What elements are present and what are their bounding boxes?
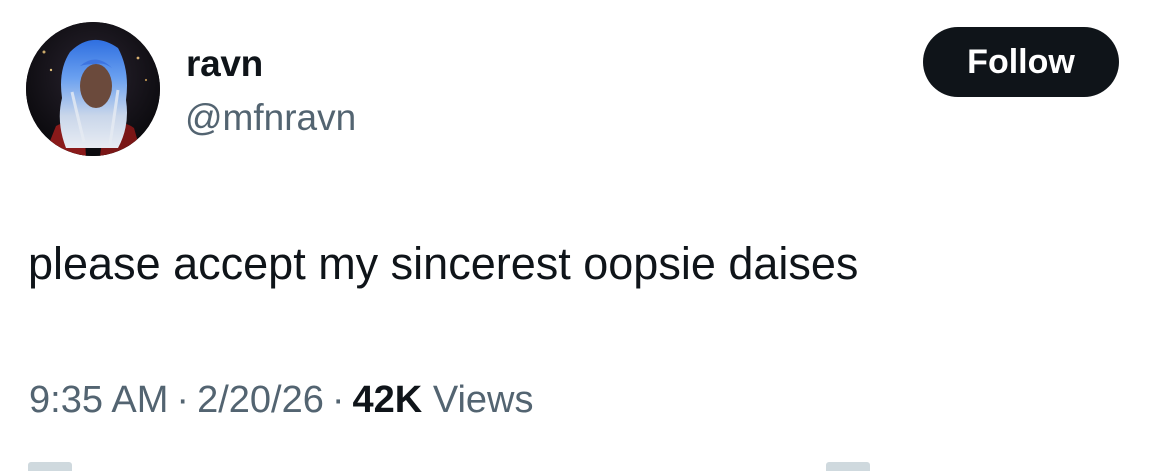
user-handle[interactable]: @mfnravn	[185, 96, 356, 140]
meta-separator: ·	[331, 379, 345, 421]
views-count: 42K	[352, 379, 423, 421]
avatar-image	[26, 22, 160, 156]
follow-button[interactable]: Follow	[923, 27, 1119, 97]
reply-icon[interactable]	[28, 462, 72, 471]
display-name[interactable]: ravn	[186, 42, 263, 86]
tweet-text: please accept my sincerest oopsie daises	[28, 238, 859, 289]
avatar[interactable]	[26, 22, 160, 156]
tweet-date[interactable]: 2/20/26	[197, 379, 324, 421]
bookmark-icon[interactable]	[826, 462, 870, 471]
tweet-meta: 9:35 AM · 2/20/26 · 42K Views	[29, 377, 534, 423]
meta-separator: ·	[176, 379, 190, 421]
views-label: Views	[432, 379, 534, 421]
tweet-time[interactable]: 9:35 AM	[29, 379, 168, 421]
